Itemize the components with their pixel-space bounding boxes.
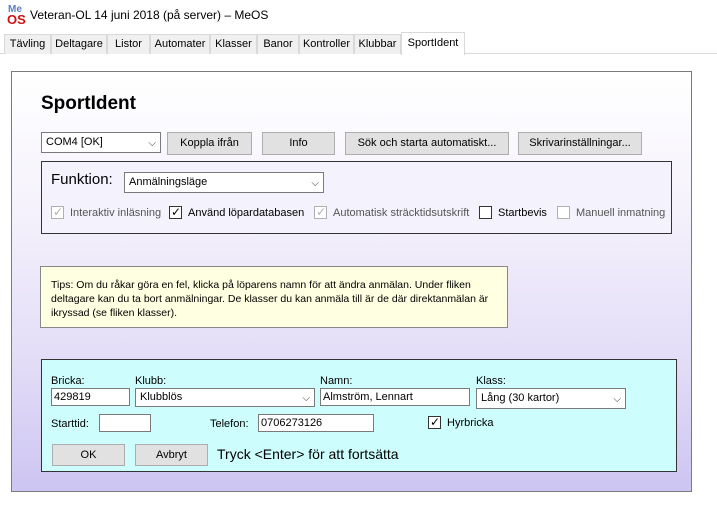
meos-logo-icon: Me OS	[7, 4, 26, 27]
tip-box: Tips: Om du råkar göra en fel, klicka på…	[40, 266, 508, 328]
function-label: Funktion:	[51, 171, 113, 188]
club-label: Klubb:	[135, 375, 167, 387]
tab-tavling[interactable]: Tävling	[4, 34, 51, 54]
split-print-checkbox[interactable]: ✓	[314, 205, 327, 219]
checkmark-icon: ✓	[53, 205, 64, 219]
chevron-down-icon: ⌵	[613, 394, 621, 405]
tab-bar: Tävling Deltagare Listor Automater Klass…	[0, 32, 717, 55]
function-select[interactable]: Anmälningsläge ⌵	[124, 172, 324, 193]
interactive-read-label: Interaktiv inläsning	[70, 207, 162, 219]
name-input[interactable]: Almström, Lennart	[320, 388, 470, 406]
tab-deltagare[interactable]: Deltagare	[51, 34, 107, 54]
split-print-label: Automatisk sträcktidsutskrift	[333, 207, 470, 219]
interactive-read-checkbox[interactable]: ✓	[51, 205, 64, 219]
chevron-down-icon: ⌵	[148, 138, 156, 149]
class-select[interactable]: Lång (30 kartor) ⌵	[476, 388, 626, 409]
checkmark-icon: ✓	[430, 415, 441, 429]
runner-db-label: Använd löpardatabasen	[188, 207, 305, 219]
phone-label: Telefon:	[210, 418, 249, 430]
manual-entry-label: Manuell inmatning	[576, 207, 666, 219]
checkmark-icon: ✓	[171, 205, 182, 219]
enter-hint: Tryck <Enter> för att fortsätta	[217, 446, 399, 462]
card-label: Bricka:	[51, 375, 85, 387]
info-button[interactable]: Info	[262, 132, 335, 155]
tab-klasser[interactable]: Klasser	[210, 34, 257, 54]
class-label: Klass:	[476, 375, 506, 387]
port-select[interactable]: COM4 [OK] ⌵	[41, 132, 161, 153]
start-certificate-label: Startbevis	[498, 207, 547, 219]
cancel-button[interactable]: Avbryt	[135, 444, 208, 466]
title-bar: Me OS Veteran-OL 14 juni 2018 (på server…	[0, 0, 717, 30]
card-input[interactable]: 429819	[51, 388, 130, 406]
ok-button[interactable]: OK	[52, 444, 125, 466]
chevron-down-icon: ⌵	[302, 393, 310, 404]
start-time-label: Starttid:	[51, 418, 89, 430]
tab-klubbar[interactable]: Klubbar	[354, 34, 401, 54]
disconnect-button[interactable]: Koppla ifrån	[167, 132, 252, 155]
club-select[interactable]: Klubblös ⌵	[135, 388, 315, 407]
window-title: Veteran-OL 14 juni 2018 (på server) – Me…	[30, 8, 269, 22]
rental-card-label: Hyrbricka	[447, 417, 494, 429]
tab-sportident[interactable]: SportIdent	[401, 32, 465, 55]
checkmark-icon: ✓	[316, 205, 327, 219]
tab-kontroller[interactable]: Kontroller	[299, 34, 354, 54]
tab-listor[interactable]: Listor	[107, 34, 150, 54]
manual-entry-checkbox[interactable]	[557, 206, 570, 219]
start-time-input[interactable]	[99, 414, 151, 432]
start-certificate-checkbox[interactable]	[479, 206, 492, 219]
tab-automater[interactable]: Automater	[150, 34, 210, 54]
printer-settings-button[interactable]: Skrivarinställningar...	[518, 132, 642, 155]
chevron-down-icon: ⌵	[311, 178, 319, 189]
runner-db-checkbox[interactable]: ✓	[169, 205, 182, 219]
phone-input[interactable]: 0706273126	[258, 414, 374, 432]
tab-banor[interactable]: Banor	[257, 34, 299, 54]
rental-card-checkbox[interactable]: ✓	[428, 415, 441, 429]
name-label: Namn:	[320, 375, 353, 387]
autosearch-button[interactable]: Sök och starta automatiskt...	[345, 132, 509, 155]
page-title: SportIdent	[41, 93, 136, 114]
